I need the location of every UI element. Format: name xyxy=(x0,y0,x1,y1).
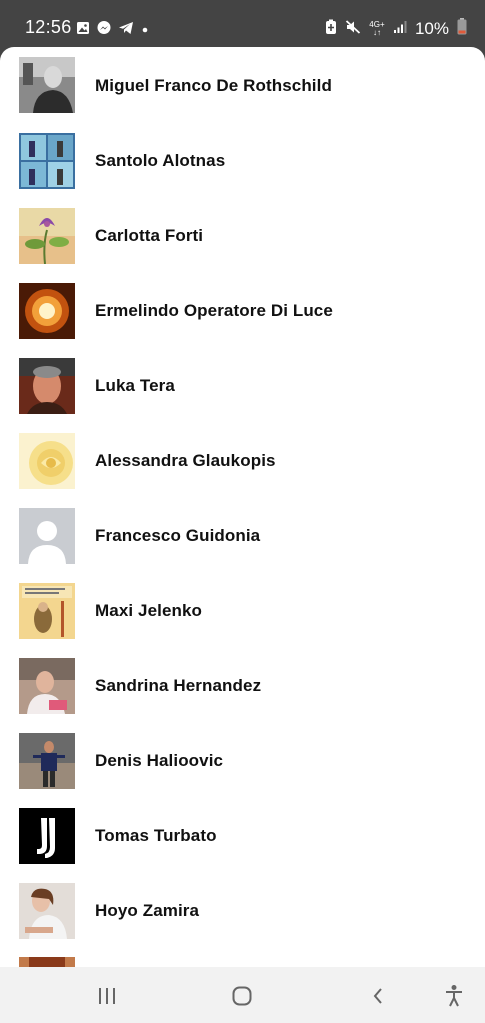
contact-name: Tomas Turbato xyxy=(95,826,217,845)
contact-name: Luka Tera xyxy=(95,376,175,395)
contact-row[interactable]: Denis Halioovic xyxy=(0,722,485,797)
contact-avatar xyxy=(19,733,75,789)
back-button[interactable] xyxy=(363,981,393,1011)
contact-row[interactable]: Carlotta Forti xyxy=(0,197,485,272)
contact-avatar xyxy=(19,57,75,113)
recent-apps-button[interactable] xyxy=(92,981,122,1011)
network-label: 4G+ xyxy=(369,20,385,29)
battery-saver-icon xyxy=(325,19,337,40)
contact-name: Santolo Alotnas xyxy=(95,151,226,170)
contact-avatar xyxy=(19,658,75,714)
contact-name: Miguel Franco De Rothschild xyxy=(95,76,332,95)
home-icon xyxy=(232,986,252,1006)
contact-row[interactable]: Alessandra Glaukopis xyxy=(0,422,485,497)
accessibility-icon xyxy=(446,985,462,1007)
status-system-icons: 4G+ ↓↑ 10% xyxy=(325,18,467,40)
contact-name: Ermelindo Operatore Di Luce xyxy=(95,301,333,320)
contact-name: Alessandra Glaukopis xyxy=(95,451,276,470)
contact-avatar xyxy=(19,433,75,489)
contact-name: Maxi Jelenko xyxy=(95,601,203,620)
contact-avatar xyxy=(19,133,75,189)
contact-name: Francesco Guidonia xyxy=(95,526,261,545)
gallery-icon xyxy=(76,21,90,40)
contact-row[interactable]: Francesco Guidonia xyxy=(0,497,485,572)
battery-icon xyxy=(457,18,467,40)
network-4g-icon: 4G+ ↓↑ xyxy=(369,20,385,37)
accessibility-button[interactable] xyxy=(439,981,469,1011)
contact-row[interactable]: Miguel Franco De Rothschild xyxy=(0,47,485,122)
messenger-icon xyxy=(96,20,112,41)
contacts-sheet: Miguel Franco De Rothschild Santolo Alot… xyxy=(0,47,485,967)
contact-row[interactable]: Luka Tera xyxy=(0,347,485,422)
back-chevron-icon xyxy=(373,988,382,1004)
contact-row[interactable]: Maxi Jelenko xyxy=(0,572,485,647)
contact-name: Hoyo Zamira xyxy=(95,901,200,920)
contact-name: Sandrina Hernandez xyxy=(95,676,262,695)
contact-name: Carlotta Forti xyxy=(95,226,204,245)
contact-avatar xyxy=(19,957,75,967)
contact-row[interactable]: Tomas Turbato xyxy=(0,797,485,872)
contact-row[interactable]: Hoyo Zamira xyxy=(0,872,485,947)
contact-row[interactable]: Santolo Alotnas xyxy=(0,122,485,197)
default-avatar-icon xyxy=(19,508,75,564)
mute-icon xyxy=(345,19,361,40)
contact-row-partial[interactable] xyxy=(0,947,485,967)
recent-apps-icon xyxy=(99,988,115,1004)
navigation-bar xyxy=(0,967,485,1023)
contact-row[interactable]: Ermelindo Operatore Di Luce xyxy=(0,272,485,347)
status-bar: 12:56 4G+ ↓↑ 10% xyxy=(0,0,485,50)
juventus-logo-icon xyxy=(19,808,75,864)
battery-percentage: 10% xyxy=(414,19,449,38)
status-time: 12:56 xyxy=(25,17,72,37)
telegram-icon xyxy=(118,21,134,40)
contact-row[interactable]: Sandrina Hernandez xyxy=(0,647,485,722)
contact-avatar xyxy=(19,283,75,339)
dot-icon xyxy=(140,22,150,40)
contact-avatar xyxy=(19,208,75,264)
contact-avatar xyxy=(19,583,75,639)
status-notification-icons xyxy=(76,20,150,41)
contact-avatar xyxy=(19,883,75,939)
home-button[interactable] xyxy=(227,981,257,1011)
signal-icon xyxy=(393,20,407,39)
contact-name: Denis Halioovic xyxy=(95,751,224,770)
contact-avatar xyxy=(19,358,75,414)
